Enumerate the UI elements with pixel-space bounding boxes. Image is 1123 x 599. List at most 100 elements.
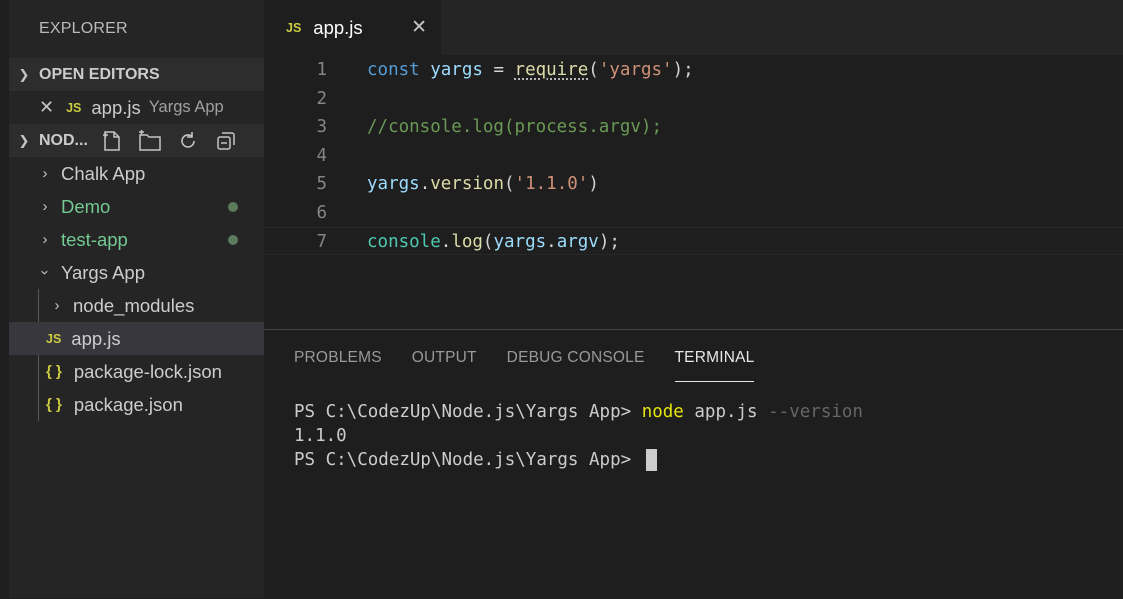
close-icon[interactable]: ✕ bbox=[39, 97, 54, 118]
code-token: yargs bbox=[430, 60, 483, 80]
terminal-cursor bbox=[645, 449, 657, 471]
collapse-all-icon[interactable] bbox=[214, 129, 238, 153]
terminal-prompt: PS C:\CodezUp\Node.js\Yargs App> bbox=[294, 402, 642, 422]
line-number: 4 bbox=[316, 145, 327, 166]
panel-tab-bar: PROBLEMS OUTPUT DEBUG CONSOLE TERMINAL bbox=[294, 330, 755, 382]
code-token: . bbox=[440, 232, 452, 252]
tree-item-label: test-app bbox=[61, 228, 128, 250]
close-icon[interactable]: ✕ bbox=[411, 16, 427, 39]
line-number: 1 bbox=[316, 60, 327, 80]
terminal-flag: --version bbox=[768, 402, 863, 422]
open-editor-filename: app.js bbox=[91, 96, 141, 118]
code-token: ( bbox=[588, 60, 599, 80]
code-token: log bbox=[451, 232, 483, 252]
code-text: console.log(yargs.argv); bbox=[367, 228, 620, 256]
tree-item-node-modules[interactable]: › node_modules bbox=[9, 289, 264, 322]
chevron-down-icon: ❯ bbox=[18, 66, 30, 82]
line-number: 6 bbox=[316, 202, 327, 223]
tab-appjs[interactable]: JS app.js ✕ bbox=[264, 0, 441, 55]
json-file-icon: { } bbox=[46, 396, 62, 413]
js-file-icon: JS bbox=[66, 100, 82, 115]
code-token: yargs bbox=[367, 174, 420, 194]
tree-item-package-lock-json[interactable]: { } package-lock.json bbox=[9, 355, 264, 388]
code-line[interactable]: 4 bbox=[264, 142, 1123, 170]
code-line[interactable]: 5 yargs.version('1.1.0') bbox=[264, 170, 1123, 198]
line-number: 7 bbox=[316, 232, 327, 252]
activity-bar-gutter bbox=[0, 0, 9, 598]
tree-item-label: Demo bbox=[61, 195, 111, 217]
code-line[interactable]: 6 bbox=[264, 199, 1123, 227]
workspace-header[interactable]: ❯ NOD... bbox=[9, 124, 264, 157]
tree-item-yargs-app[interactable]: › Yargs App bbox=[9, 256, 264, 289]
code-token: argv bbox=[556, 232, 599, 252]
code-token: console bbox=[367, 232, 441, 252]
chevron-down-icon: ❯ bbox=[18, 132, 30, 148]
new-folder-icon[interactable] bbox=[138, 129, 162, 153]
js-file-icon: JS bbox=[46, 331, 62, 346]
tree-item-label: Yargs App bbox=[61, 261, 145, 283]
code-token: 'yargs' bbox=[598, 60, 673, 80]
line-number: 5 bbox=[316, 174, 327, 194]
terminal-arg: app.js bbox=[683, 402, 769, 422]
tree-item-appjs[interactable]: JS app.js bbox=[9, 322, 264, 355]
code-token: version bbox=[430, 174, 504, 194]
panel-tab-debug-console[interactable]: DEBUG CONSOLE bbox=[507, 330, 645, 378]
code-editor[interactable]: 1 const yargs = require('yargs'); 2 3//cons… bbox=[264, 55, 1123, 329]
workspace-label: NOD... bbox=[39, 131, 88, 149]
tree-item-label: package-lock.json bbox=[73, 360, 222, 382]
code-text: //console.log(process.argv); bbox=[367, 113, 662, 141]
code-line[interactable]: 7 console.log(yargs.argv); bbox=[264, 227, 1123, 255]
tree-item-label: app.js bbox=[71, 327, 121, 349]
open-editor-item-appjs[interactable]: ✕ JS app.js Yargs App bbox=[9, 91, 264, 124]
tree-item-demo[interactable]: › Demo bbox=[9, 190, 264, 223]
explorer-sidebar: EXPLORER ❯ OPEN EDITORS ✕ JS app.js Yarg… bbox=[9, 0, 264, 598]
panel-tab-terminal[interactable]: TERMINAL bbox=[674, 330, 755, 382]
code-text: const yargs = require('yargs'); bbox=[367, 56, 694, 84]
terminal-line-3[interactable]: PS C:\CodezUp\Node.js\Yargs App> bbox=[294, 448, 657, 472]
code-token: . bbox=[546, 232, 557, 252]
panel-tab-problems[interactable]: PROBLEMS bbox=[294, 330, 382, 378]
bottom-panel: PROBLEMS OUTPUT DEBUG CONSOLE TERMINAL PS C… bbox=[264, 329, 1123, 599]
code-token: ); bbox=[598, 232, 620, 252]
code-token: //console.log(process.argv); bbox=[367, 117, 663, 137]
open-editor-folder: Yargs App bbox=[148, 98, 224, 116]
line-number: 2 bbox=[316, 88, 327, 109]
explorer-toolbar bbox=[100, 129, 238, 153]
code-token: require bbox=[514, 60, 589, 80]
code-token: . bbox=[419, 174, 431, 194]
refresh-icon[interactable] bbox=[176, 129, 200, 153]
terminal-line-1: PS C:\CodezUp\Node.js\Yargs App> node ap… bbox=[294, 400, 863, 424]
code-token: ( bbox=[482, 232, 494, 252]
code-token: const bbox=[367, 60, 420, 80]
tree-item-label: Chalk App bbox=[61, 162, 146, 184]
tree-item-package-json[interactable]: { } package.json bbox=[9, 388, 264, 421]
code-token: = bbox=[482, 60, 515, 80]
terminal-prompt: PS C:\CodezUp\Node.js\Yargs App> bbox=[294, 450, 642, 470]
line-number: 3 bbox=[316, 117, 327, 137]
chevron-right-icon: › bbox=[54, 297, 60, 314]
modified-indicator bbox=[228, 202, 238, 212]
code-line[interactable]: 1 const yargs = require('yargs'); bbox=[264, 56, 1123, 84]
code-line[interactable]: 3 //console.log(process.argv); bbox=[264, 113, 1123, 141]
open-editors-label: OPEN EDITORS bbox=[39, 65, 160, 83]
tree-item-label: package.json bbox=[73, 393, 183, 415]
terminal-command: node bbox=[641, 402, 684, 422]
editor-tab-bar: JS app.js ✕ bbox=[264, 0, 1123, 55]
panel-tab-output[interactable]: OUTPUT bbox=[412, 330, 477, 378]
tree-item-chalk-app[interactable]: › Chalk App bbox=[9, 157, 264, 190]
code-token: ( bbox=[504, 174, 515, 194]
code-token: yargs bbox=[493, 232, 547, 252]
chevron-right-icon: › bbox=[42, 165, 48, 182]
tree-item-test-app[interactable]: › test-app bbox=[9, 223, 264, 256]
js-file-icon: JS bbox=[286, 20, 302, 35]
code-token: '1.1.0' bbox=[514, 174, 589, 194]
open-editors-header[interactable]: ❯ OPEN EDITORS bbox=[9, 58, 264, 91]
code-line[interactable]: 2 bbox=[264, 85, 1123, 113]
modified-indicator bbox=[228, 235, 238, 245]
new-file-icon[interactable] bbox=[100, 129, 124, 153]
terminal-output: 1.1.0 bbox=[294, 426, 347, 446]
tree-item-label: node_modules bbox=[73, 294, 195, 316]
code-token: ); bbox=[672, 60, 694, 80]
code-token: ) bbox=[588, 174, 599, 194]
